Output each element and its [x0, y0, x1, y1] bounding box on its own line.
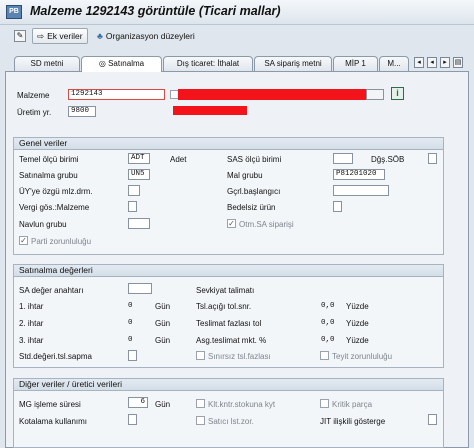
uye-label: ÜY'ye özgü mlz.drm.: [19, 187, 93, 196]
std-field[interactable]: [128, 350, 137, 361]
tab-mip-1[interactable]: MİP 1: [333, 56, 378, 71]
ihtar2-value: 0: [128, 319, 133, 327]
kritik-label: Kritik parça: [332, 400, 373, 409]
uye-field[interactable]: [128, 185, 140, 196]
std-label: Std.değeri.tsl.sapma: [19, 352, 92, 361]
mg-field[interactable]: 6: [128, 397, 148, 408]
bedelsiz-label: Bedelsiz ürün: [227, 203, 276, 212]
gcr-label: Gçrl.başlangıcı: [227, 187, 281, 196]
teyit-checkbox[interactable]: [320, 351, 329, 360]
klt-checkbox[interactable]: [196, 399, 205, 408]
satici-label: Satıcı lst.zor.: [208, 417, 254, 426]
diger-veriler-group: Diğer veriler / üretici verileri: [13, 378, 444, 448]
organizasyon-duzeyleri-button[interactable]: ♣ Organizasyon düzeyleri: [97, 28, 195, 44]
tsl-value: 0,0: [321, 302, 335, 310]
ihtar3-label: 3. ihtar: [19, 336, 44, 345]
tab-status-icon: ◎: [98, 59, 109, 68]
tes-value: 0,0: [321, 319, 335, 327]
navlun-field[interactable]: [128, 218, 150, 229]
diger-veriler-title: Diğer veriler / üretici verileri: [14, 379, 443, 391]
redacted-description: [178, 89, 366, 100]
ihtar1-value: 0: [128, 302, 133, 310]
jit-label: JIT ilişkili gösterge: [320, 417, 386, 426]
sat-grubu-label: Satınalma grubu: [19, 171, 78, 180]
description-tail-field: [366, 89, 384, 100]
dgs-label: Dğş.SÖB: [371, 155, 405, 164]
kota-label: Kotalama kullanımı: [19, 417, 88, 426]
tab-first-icon[interactable]: ◂: [414, 57, 424, 68]
uretim-field[interactable]: 9800: [68, 106, 96, 117]
sas-label: SAS ölçü birimi: [227, 155, 282, 164]
mg-unit: Gün: [155, 400, 171, 409]
bedelsiz-field[interactable]: [333, 201, 342, 212]
temel-field[interactable]: ADT: [128, 153, 150, 164]
temel-label: Temel ölçü birimi: [19, 155, 79, 164]
tes-unit: Yüzde: [346, 319, 369, 328]
malzeme-field[interactable]: 1292143: [68, 89, 165, 100]
ihtar3-unit: Gün: [155, 336, 171, 345]
kota-field[interactable]: [128, 414, 137, 425]
otm-label: Otm.SA siparişi: [239, 220, 294, 229]
parti-label: Parti zorunluluğu: [31, 237, 92, 246]
tab-sd-metni[interactable]: SD metni: [14, 56, 80, 71]
vergi-label: Vergi gös.:Malzeme: [19, 203, 90, 212]
vergi-field[interactable]: [128, 201, 137, 212]
page-title: Malzeme 1292143 görüntüle (Ticari mallar…: [30, 4, 281, 18]
genel-veriler-title: Genel veriler: [14, 138, 443, 150]
sinirsiz-checkbox[interactable]: [196, 351, 205, 360]
ihtar2-label: 2. ihtar: [19, 319, 44, 328]
display-change-icon[interactable]: ✎: [14, 30, 26, 42]
mal-grubu-label: Mal grubu: [227, 171, 263, 180]
tab-prev-icon[interactable]: ◂: [427, 57, 437, 68]
kritik-checkbox[interactable]: [320, 399, 329, 408]
dgs-field[interactable]: [428, 153, 437, 164]
parti-checkbox[interactable]: ✓: [19, 236, 28, 245]
ihtar1-unit: Gün: [155, 302, 171, 311]
tab-list-icon[interactable]: ▤: [453, 57, 463, 68]
asg-unit: Yüzde: [346, 336, 369, 345]
gcr-field[interactable]: [333, 185, 389, 196]
otm-checkbox[interactable]: ✓: [227, 219, 236, 228]
tab-next-icon[interactable]: ▸: [440, 57, 450, 68]
asg-value: 0,0: [321, 336, 335, 344]
tab-more[interactable]: M...: [379, 56, 409, 71]
satinalma-degerleri-title: Satınalma değerleri: [14, 265, 443, 277]
ek-veriler-button[interactable]: ⇨ Ek veriler: [32, 28, 88, 44]
sas-field[interactable]: [333, 153, 353, 164]
redacted-plant-name: [173, 106, 247, 115]
arrow-right-icon: ⇨: [37, 30, 45, 41]
sinirsiz-label: Sınırsız tsl.fazlası: [208, 352, 271, 361]
mal-grubu-field[interactable]: P81201020: [333, 169, 385, 180]
tes-label: Teslimat fazlası tol: [196, 319, 262, 328]
ihtar2-unit: Gün: [155, 319, 171, 328]
malzeme-label: Malzeme: [17, 91, 50, 100]
sevk-label: Sevkiyat talimatı: [196, 286, 255, 295]
uretim-label: Üretim yr.: [17, 108, 52, 117]
org-structure-icon: ♣: [97, 31, 103, 41]
ihtar1-label: 1. ihtar: [19, 302, 44, 311]
sa-label: SA değer anahtarı: [19, 286, 84, 295]
ihtar3-value: 0: [128, 336, 133, 344]
asg-label: Asg.teslimat mkt. %: [196, 336, 267, 345]
tab-satinalma[interactable]: ◎ Satınalma: [81, 56, 162, 72]
jit-field[interactable]: [428, 414, 437, 425]
mg-label: MG işleme süresi: [19, 400, 81, 409]
tsl-unit: Yüzde: [346, 302, 369, 311]
navlun-label: Navlun grubu: [19, 220, 67, 229]
tab-dis-ticaret[interactable]: Dış ticaret: İthalat: [163, 56, 253, 71]
tab-sa-siparis-metni[interactable]: SA sipariş metni: [254, 56, 332, 71]
sap-app-icon: PB: [6, 5, 22, 19]
tsl-label: Tsl.açığı tol.snr.: [196, 302, 252, 311]
sat-grubu-field[interactable]: UN5: [128, 169, 150, 180]
info-icon[interactable]: i: [391, 87, 404, 100]
teyit-label: Teyit zorunluluğu: [332, 352, 393, 361]
klt-label: Klt.kntr.stokuna kyt: [208, 400, 276, 409]
temel-text: Adet: [170, 155, 187, 164]
sa-field[interactable]: [128, 283, 152, 294]
satici-checkbox[interactable]: [196, 416, 205, 425]
